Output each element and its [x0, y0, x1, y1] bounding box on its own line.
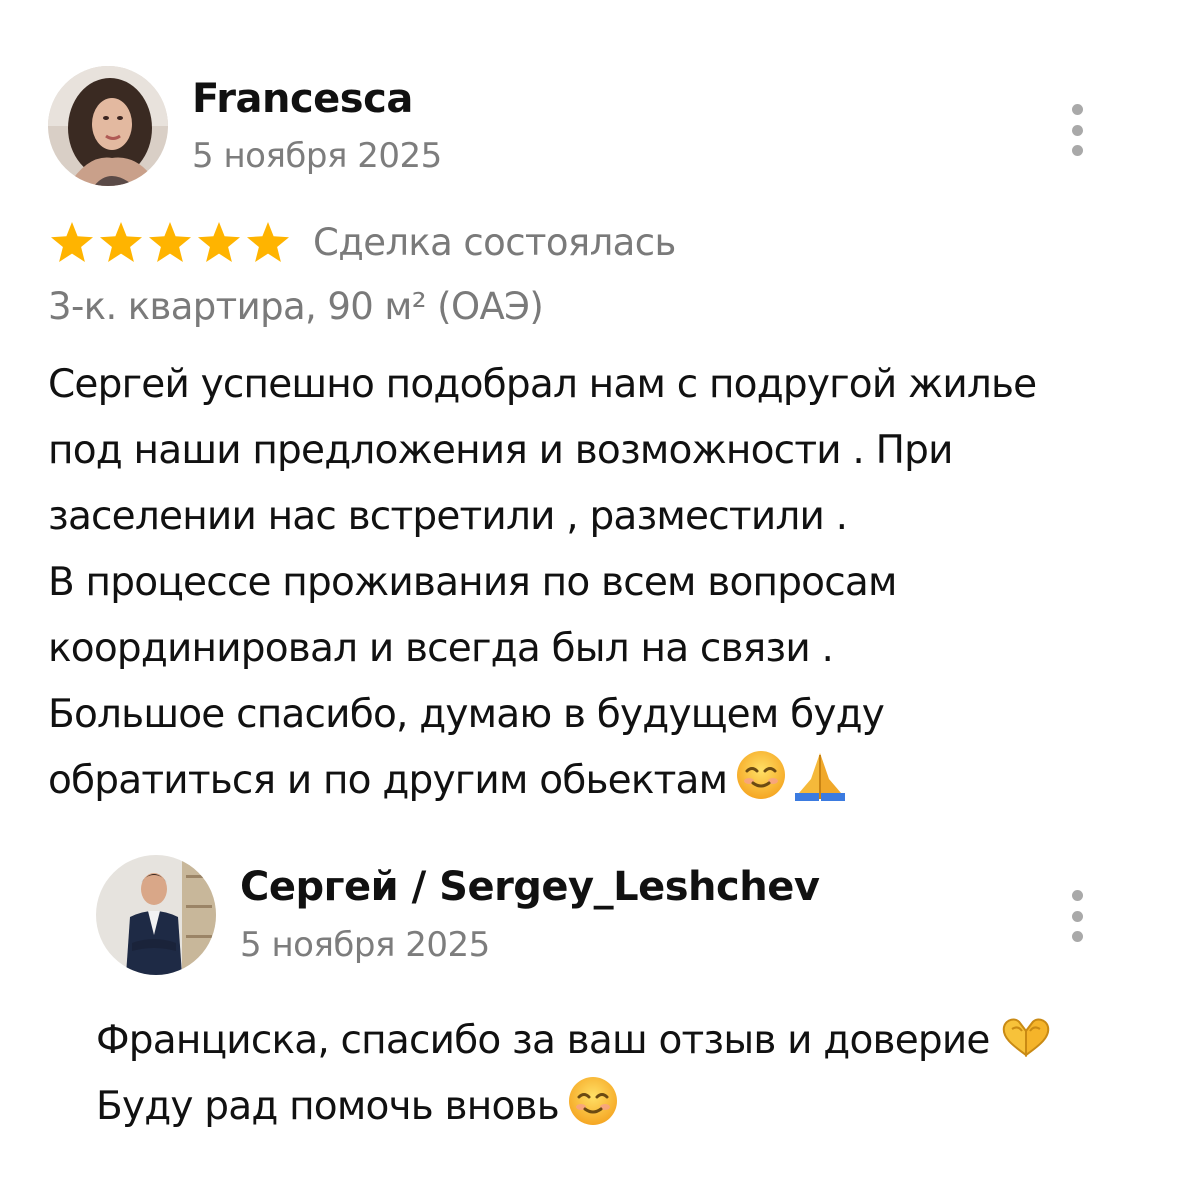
reply-text-line-content: Франциска, спасибо за ваш отзыв и довери… — [96, 1018, 990, 1063]
reply-text-line-content: Буду рад помочь вновь — [96, 1084, 560, 1129]
listing-title[interactable]: 3-к. квартира, 90 м² (ОАЭ) — [48, 285, 544, 328]
heart-hands-emoji — [998, 1015, 1054, 1061]
star-icon — [244, 219, 292, 265]
more-vertical-icon[interactable] — [1062, 100, 1092, 160]
menu-dot — [1071, 910, 1083, 922]
menu-dot — [1071, 104, 1083, 115]
replier-name[interactable]: Сергей / Sergey_Leshchev — [240, 864, 820, 910]
reviewer-avatar[interactable] — [48, 66, 168, 186]
star-icon — [146, 219, 194, 265]
reviewer-name[interactable]: Francesca — [192, 76, 413, 122]
review-text-line: заселении нас встретили , разместили . — [48, 494, 848, 539]
star-icon — [97, 219, 145, 265]
menu-dot — [1071, 124, 1083, 136]
review-text-line: Сергей успешно подобрал нам с подругой ж… — [48, 362, 1037, 407]
review-date: 5 ноября 2025 — [192, 136, 442, 176]
reply-text-line: Франциска, спасибо за ваш отзыв и довери… — [96, 1008, 1156, 1074]
folded-hands-emoji — [791, 749, 849, 801]
reply-text-line: Буду рад помочь вновь — [96, 1074, 1156, 1140]
smiling-face-emoji — [567, 1075, 619, 1127]
star-icon — [48, 219, 96, 265]
review-text-line: координировал и всегда был на связи . — [48, 626, 834, 671]
review-text-line-last: обратиться и по другим обьектам — [48, 748, 1148, 814]
menu-dot — [1071, 931, 1083, 942]
more-vertical-icon[interactable] — [1062, 886, 1092, 946]
review-text-line: Большое спасибо, думаю в будущем буду — [48, 692, 885, 737]
menu-dot — [1071, 890, 1083, 901]
star-rating — [48, 219, 293, 265]
rating-row: Сделка состоялась — [48, 216, 676, 268]
smiling-face-emoji — [735, 749, 787, 801]
review-text-line: под наши предложения и возможности . При — [48, 428, 953, 473]
deal-status: Сделка состоялась — [313, 220, 676, 264]
replier-avatar[interactable] — [96, 855, 216, 975]
review-text-line: В процессе проживания по всем вопросам — [48, 560, 897, 605]
review-card: Francesca 5 ноября 2025 Сделка состоялас… — [0, 0, 1179, 1187]
reply-date: 5 ноября 2025 — [240, 925, 490, 965]
menu-dot — [1071, 145, 1083, 156]
reply-text: Франциска, спасибо за ваш отзыв и довери… — [96, 1008, 1156, 1140]
review-text: Сергей успешно подобрал нам с подругой ж… — [48, 352, 1148, 814]
review-text-line-content: обратиться и по другим обьектам — [48, 758, 728, 803]
star-icon — [195, 219, 243, 265]
